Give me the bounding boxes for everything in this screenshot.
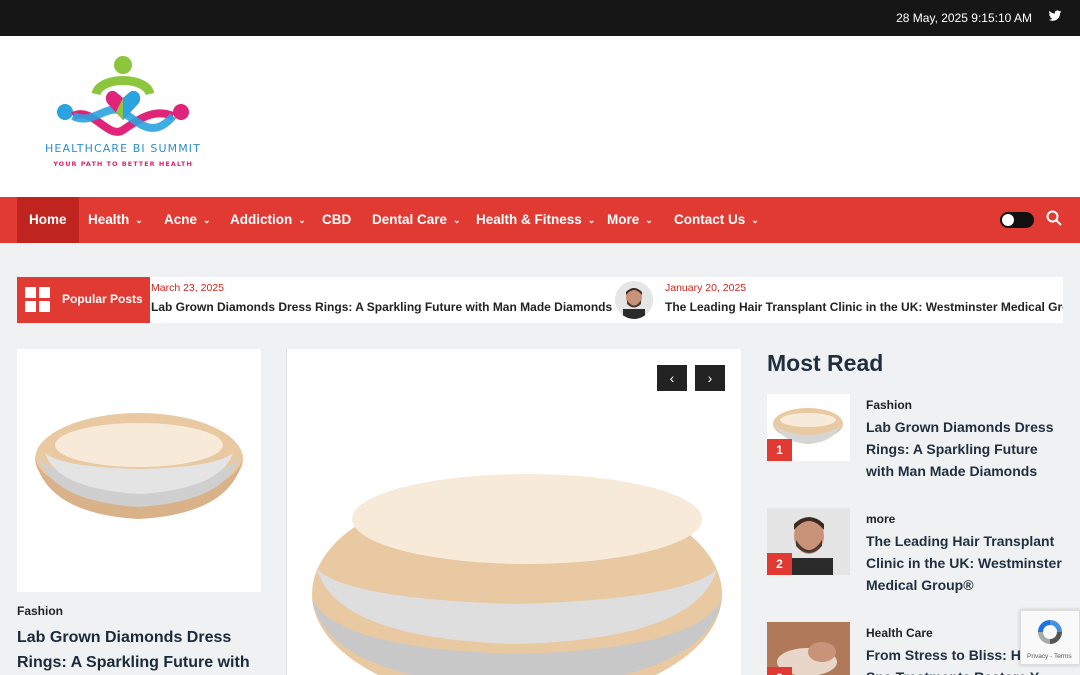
most-read-category[interactable]: more [866, 512, 895, 526]
recaptcha-icon [1038, 620, 1062, 644]
ticker-title[interactable]: Lab Grown Diamonds Dress Rings: A Sparkl… [151, 300, 612, 314]
most-read-thumbnail[interactable]: 3 [767, 622, 850, 675]
ticker-date: March 23, 2025 [151, 282, 224, 294]
nav-item-label: CBD [322, 212, 352, 227]
site-logo[interactable]: HEALTHCARE BI SUMMIT YOUR PATH TO BETTER… [38, 54, 218, 174]
person-photo [615, 281, 653, 319]
ticker-title[interactable]: The Leading Hair Transplant Clinic in th… [665, 300, 1063, 314]
most-read-title[interactable]: Lab Grown Diamonds Dress Rings: A Sparkl… [866, 416, 1066, 482]
main-nav: Home Health ⌄ Acne ⌄ Addiction ⌄ CBD Dental… [0, 197, 1080, 243]
diamond-ring-image [35, 413, 243, 519]
logo-brand-text: HEALTHCARE BI SUMMIT [45, 142, 201, 155]
most-read-category[interactable]: Health Care [866, 626, 933, 640]
nav-item-label: Home [29, 212, 67, 227]
popular-posts-label: Popular Posts [17, 277, 150, 323]
nav-item-home[interactable]: Home [17, 197, 79, 243]
nav-item-label: Addiction [230, 212, 293, 227]
nav-item-label: Health [88, 212, 130, 227]
rank-badge: 1 [767, 439, 792, 461]
nav-item-health[interactable]: Health ⌄ [76, 197, 155, 243]
ticker-item[interactable]: March 23, 2025 Lab Grown Diamonds Dress … [151, 277, 612, 323]
nav-item-contact-us[interactable]: Contact Us ⌄ [662, 197, 771, 243]
featured-post-title[interactable]: Lab Grown Diamonds Dress Rings: A Sparkl… [17, 625, 267, 675]
chevron-down-icon: ⌄ [135, 215, 143, 225]
most-read-heading: Most Read [767, 350, 884, 376]
popular-posts-ticker: Popular Posts March 23, 2025 Lab Grown D… [17, 277, 1063, 323]
site-header: HEALTHCARE BI SUMMIT YOUR PATH TO BETTER… [0, 36, 1080, 197]
most-read-title[interactable]: The Leading Hair Transplant Clinic in th… [866, 530, 1066, 596]
chevron-down-icon: ⌄ [298, 215, 306, 225]
nav-item-addiction[interactable]: Addiction ⌄ [218, 197, 318, 243]
toggle-knob [1002, 214, 1014, 226]
nav-item-label: Health & Fitness [476, 212, 582, 227]
dark-mode-toggle[interactable] [1000, 212, 1034, 228]
chevron-down-icon: ⌄ [453, 215, 461, 225]
ticker-date: January 20, 2025 [665, 282, 747, 294]
slider-next-button[interactable]: › [695, 365, 725, 391]
nav-item-label: Dental Care [372, 212, 448, 227]
search-icon[interactable] [1046, 210, 1062, 226]
top-bar: 28 May, 2025 9:15:10 AM [0, 0, 1080, 36]
recaptcha-label[interactable]: Privacy - Terms [1027, 653, 1072, 660]
current-datetime: 28 May, 2025 9:15:10 AM [896, 11, 1032, 25]
chevron-down-icon: ⌄ [645, 215, 653, 225]
most-read-item[interactable]: 2 more The Leading Hair Transplant Clini… [767, 508, 1067, 608]
nav-item-more[interactable]: More ⌄ [595, 197, 665, 243]
logo-tagline: YOUR PATH TO BETTER HEALTH [53, 160, 193, 168]
nav-item-label: Acne [164, 212, 198, 227]
twitter-icon[interactable] [1048, 9, 1062, 23]
nav-item-dental-care[interactable]: Dental Care ⌄ [360, 197, 473, 243]
slider-prev-button[interactable]: ‹ [657, 365, 687, 391]
logo-emblem-icon [57, 56, 189, 136]
nav-item-health-fitness[interactable]: Health & Fitness ⌄ [464, 197, 607, 243]
recaptcha-badge[interactable]: Privacy - Terms [1020, 610, 1080, 665]
rank-badge: 2 [767, 553, 792, 575]
popular-posts-text: Popular Posts [62, 292, 143, 306]
most-read-thumbnail[interactable]: 2 [767, 508, 850, 575]
featured-post-image[interactable] [17, 349, 261, 592]
most-read-thumbnail[interactable]: 1 [767, 394, 850, 461]
chevron-down-icon: ⌄ [751, 215, 759, 225]
featured-post-category[interactable]: Fashion [17, 604, 63, 618]
diamond-ring-slide-image [287, 349, 741, 675]
chevron-down-icon: ⌄ [203, 215, 211, 225]
nav-item-cbd[interactable]: CBD [310, 197, 363, 243]
nav-item-label: More [607, 212, 640, 227]
grid-icon [25, 287, 50, 312]
ticker-thumbnail[interactable] [615, 281, 653, 319]
nav-item-acne[interactable]: Acne ⌄ [152, 197, 223, 243]
rank-badge: 3 [767, 667, 792, 675]
nav-item-label: Contact Us [674, 212, 746, 227]
main-slider[interactable] [286, 349, 741, 675]
ticker-item[interactable]: January 20, 2025 The Leading Hair Transp… [665, 277, 1063, 323]
most-read-item[interactable]: 1 Fashion Lab Grown Diamonds Dress Rings… [767, 394, 1067, 494]
most-read-category[interactable]: Fashion [866, 398, 912, 412]
